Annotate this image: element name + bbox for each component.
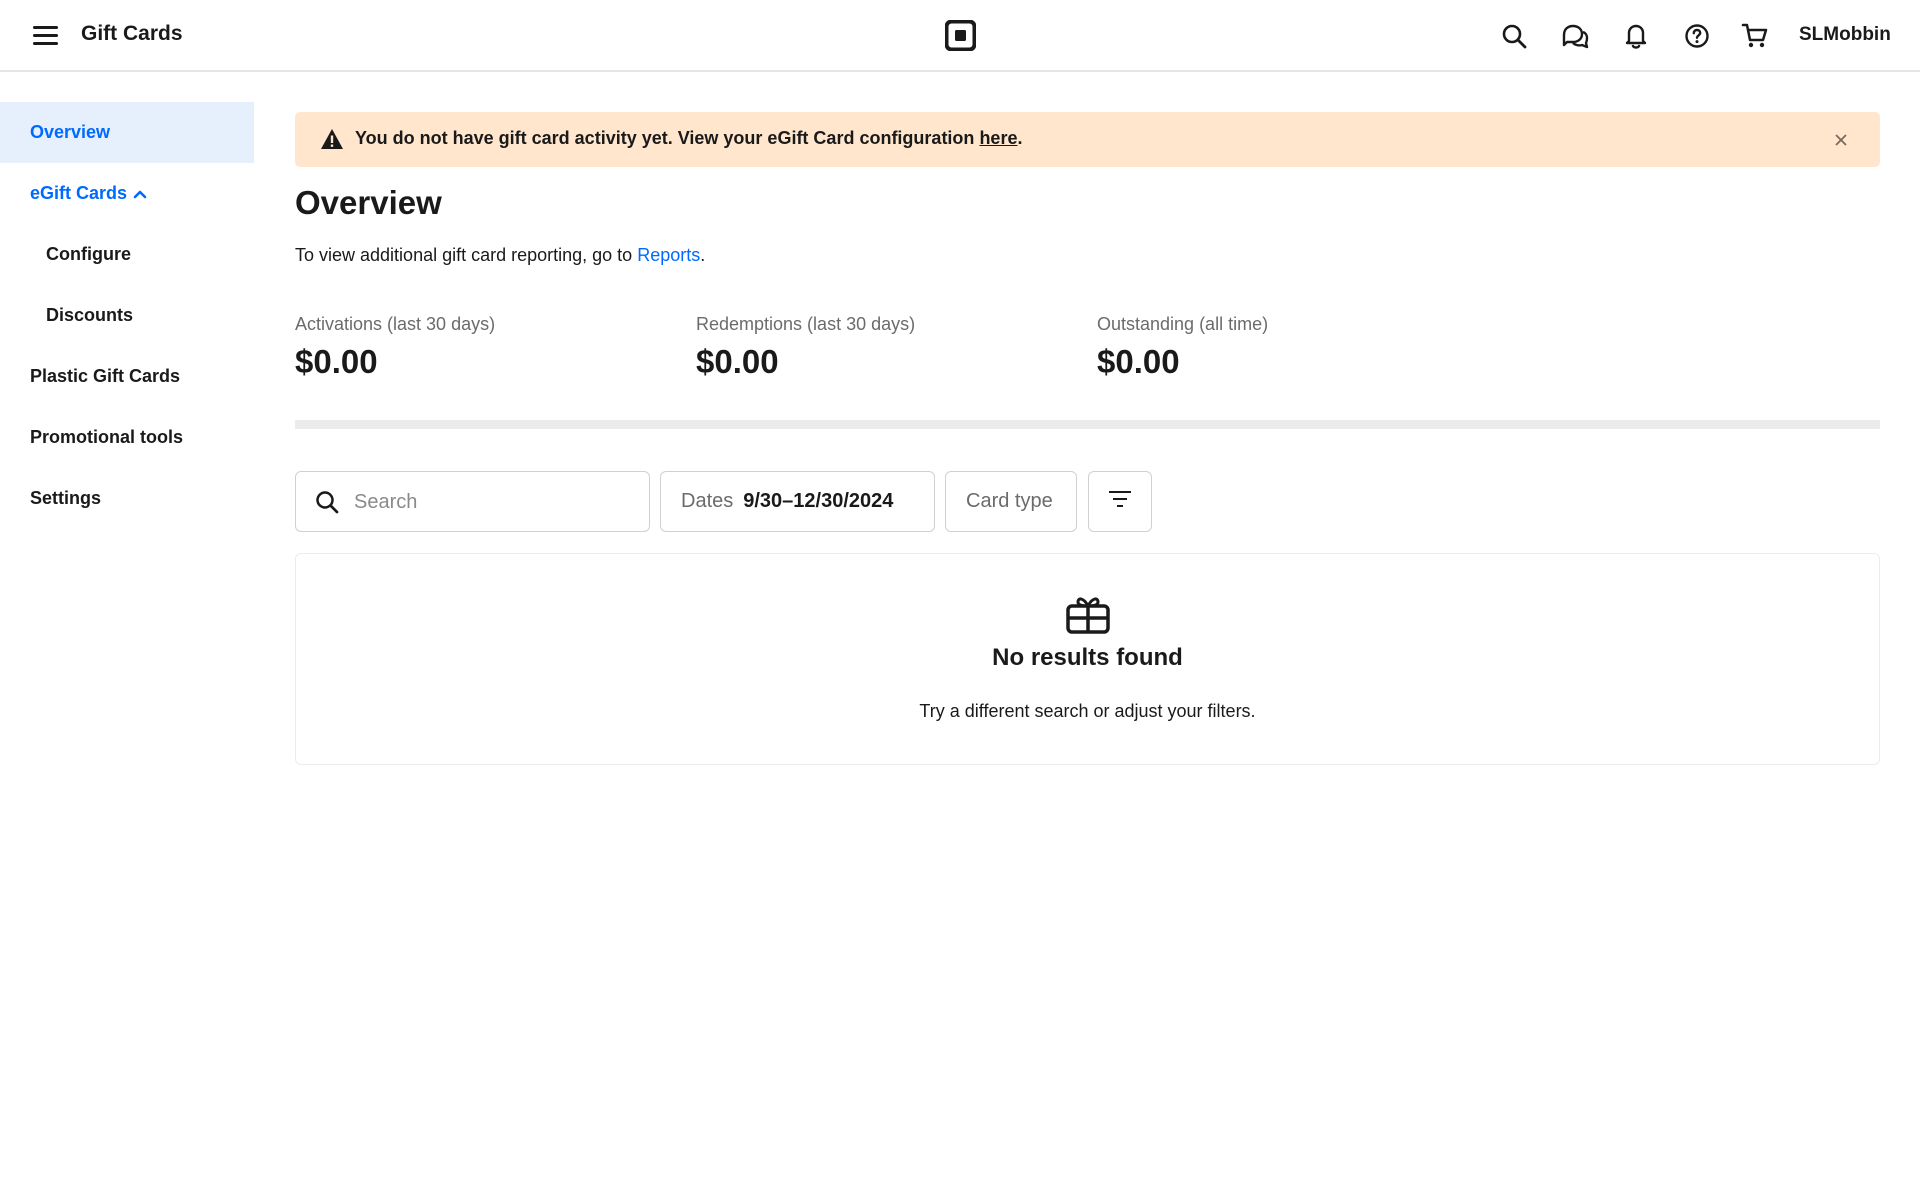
sidebar-item-configure[interactable]: Configure [0,224,254,285]
dates-value: 9/30–12/30/2024 [743,490,894,512]
sidebar-item-plastic-gift-cards[interactable]: Plastic Gift Cards [0,346,254,407]
more-filters-button[interactable] [1088,471,1152,532]
square-logo-icon[interactable] [944,19,977,52]
metric-activations: Activations (last 30 days) $0.00 [295,314,495,381]
sidebar-item-overview[interactable]: Overview [0,102,254,163]
sidebar-item-label: Discounts [46,305,134,325]
search-icon [315,490,339,519]
search-field[interactable] [295,471,650,532]
user-menu[interactable]: SLMobbin [1799,24,1891,46]
top-bar: Gift Cards SLMobbin [0,0,1920,72]
close-icon[interactable] [1832,131,1850,149]
sidebar-item-label: eGift Cards [30,183,128,203]
dates-filter-button[interactable]: Dates 9/30–12/30/2024 [660,471,935,532]
banner-message: You do not have gift card activity yet. … [355,128,1022,149]
metric-value: $0.00 [696,343,779,380]
sidebar-item-label: Plastic Gift Cards [30,366,181,386]
sidebar-item-settings[interactable]: Settings [0,468,254,529]
sidebar-item-label: Overview [30,122,111,142]
chevron-up-icon [133,189,147,199]
card-type-label: Card type [966,490,1053,512]
filter-lines-icon [1107,489,1133,515]
metric-label: Outstanding (all time) [1097,314,1269,334]
metric-value: $0.00 [1097,343,1180,380]
menu-icon[interactable] [30,22,62,50]
sidebar-item-egift-cards[interactable]: eGift Cards [0,163,254,224]
empty-state-subtitle: Try a different search or adjust your fi… [919,701,1256,721]
app-title: Gift Cards [81,22,183,45]
messages-icon[interactable] [1559,20,1591,52]
banner-text: You do not have gift card activity yet. … [355,128,980,148]
sidebar: Overview eGift Cards Configure Discounts… [0,102,254,529]
search-input[interactable] [354,482,634,522]
sidebar-item-discounts[interactable]: Discounts [0,285,254,346]
banner-here-link[interactable]: here [979,128,1017,148]
warning-banner: You do not have gift card activity yet. … [295,112,1880,167]
metric-label: Redemptions (last 30 days) [696,314,916,334]
metric-redemptions: Redemptions (last 30 days) $0.00 [696,314,915,381]
empty-state-panel: No results found Try a different search … [295,553,1880,765]
reports-link[interactable]: Reports [637,245,700,265]
metric-value: $0.00 [295,343,378,380]
sidebar-item-promotional-tools[interactable]: Promotional tools [0,407,254,468]
cart-icon[interactable] [1739,20,1771,52]
subtitle-end: . [700,245,706,265]
sidebar-item-label: Promotional tools [30,427,183,447]
warning-icon [320,128,344,155]
metric-outstanding: Outstanding (all time) $0.00 [1097,314,1268,381]
sidebar-item-label: Settings [30,488,102,508]
banner-text-end: . [1017,128,1023,148]
section-divider [295,420,1880,429]
gift-icon [1065,593,1111,640]
page-title: Overview [295,184,442,221]
bell-icon[interactable] [1620,20,1652,52]
help-icon[interactable] [1681,20,1713,52]
page-subtitle: To view additional gift card reporting, … [295,245,705,266]
search-icon[interactable] [1498,20,1530,52]
card-type-filter-button[interactable]: Card type [945,471,1077,532]
subtitle-text: To view additional gift card reporting, … [295,245,638,265]
sidebar-item-label: Configure [46,244,131,264]
empty-state-title: No results found [992,644,1183,671]
metric-label: Activations (last 30 days) [295,314,496,334]
dates-label: Dates [681,490,734,512]
